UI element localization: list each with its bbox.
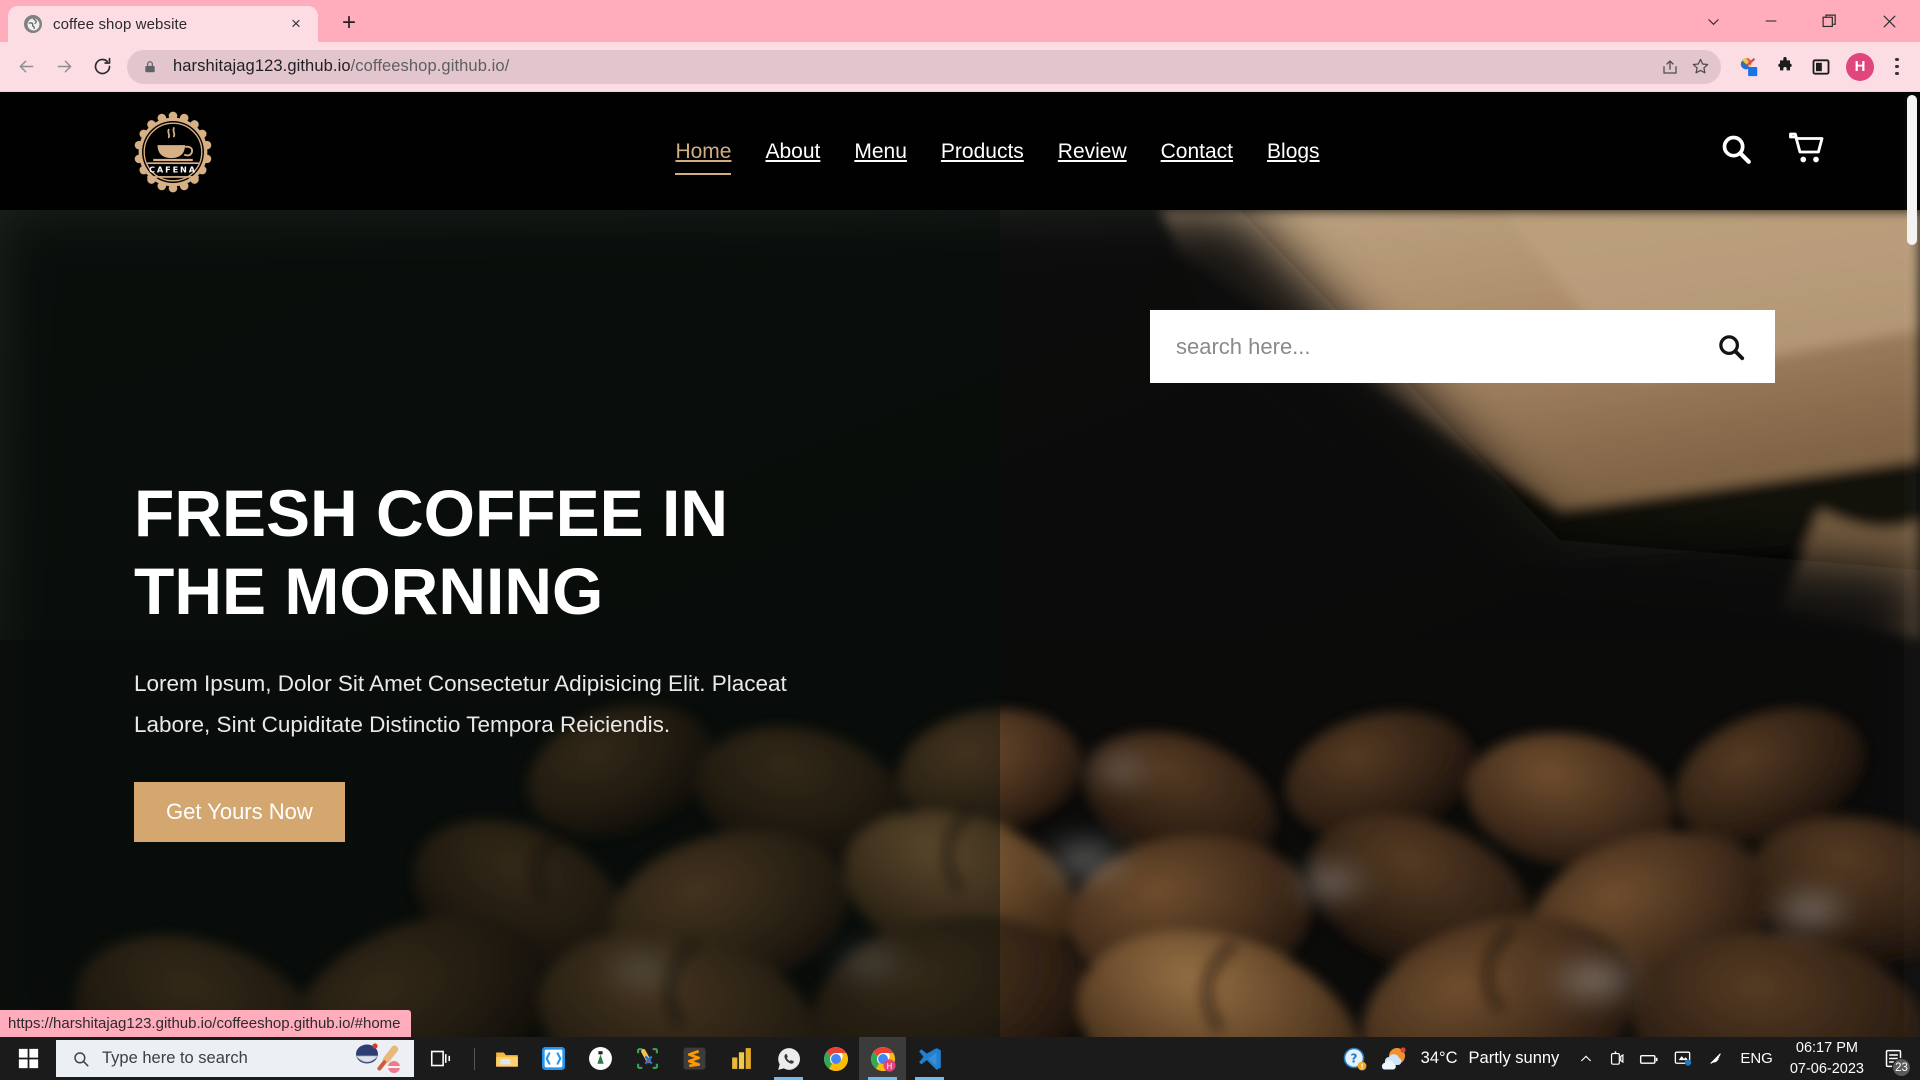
taskbar-app-power-bi[interactable] [718,1037,765,1080]
notification-count-badge: 23 [1892,1058,1911,1077]
nav-item-about[interactable]: About [748,136,837,168]
browser-window: coffee shop website × + harshitajag123.g… [0,0,1920,1080]
tab-strip: coffee shop website × + [0,0,1920,42]
weather-description: Partly sunny [1468,1049,1560,1067]
windows-taskbar: Type here to search H ? 34°C Partly sunn… [0,1037,1920,1080]
taskbar-app-sublime-text[interactable] [671,1037,718,1080]
camera-icon[interactable] [1601,1037,1632,1080]
new-tab-button[interactable]: + [332,6,366,40]
hero-paragraph: Lorem Ipsum, Dolor Sit Amet Consectetur … [134,670,787,738]
nav-item-contact[interactable]: Contact [1144,136,1250,168]
hero-content: FRESH COFFEE IN THE MORNING Lorem Ipsum,… [134,475,934,842]
taskbar-search-placeholder: Type here to search [102,1049,248,1067]
shopping-cart-icon[interactable] [1789,131,1825,172]
battery-icon[interactable] [1632,1037,1666,1080]
taskbar-app-chrome-profile-h[interactable]: H [859,1037,906,1080]
get-yours-now-button[interactable]: Get Yours Now [134,782,345,842]
chevron-down-icon[interactable] [1684,0,1742,42]
taskbar-app-vscode[interactable] [906,1037,953,1080]
back-button[interactable] [8,49,44,85]
star-icon[interactable] [1685,52,1715,82]
help-question-icon[interactable]: ? [1336,1037,1374,1080]
taskbar-app-chrome[interactable] [812,1037,859,1080]
tray-chevron-up-icon[interactable] [1571,1037,1601,1080]
taskbar-app-snipping-tool[interactable] [624,1037,671,1080]
address-bar[interactable]: harshitajag123.github.io/coffeeshop.gith… [127,49,1721,84]
share-icon[interactable] [1655,52,1685,82]
search-icon[interactable] [1719,132,1753,171]
puzzle-piece-icon[interactable] [1768,50,1802,84]
status-bar-link: https://harshitajag123.github.io/coffees… [0,1010,411,1037]
three-dots-icon[interactable] [1882,50,1912,84]
weather-widget[interactable]: 34°C Partly sunny [1374,1037,1572,1080]
svg-text:CAFENA: CAFENA [149,164,197,174]
nav-item-products[interactable]: Products [924,136,1041,168]
clock[interactable]: 06:17 PM 07-06-2023 [1780,1037,1874,1080]
svg-text:?: ? [1350,1051,1357,1065]
partly-sunny-icon [1381,1046,1406,1070]
taskbar-app-whatsapp[interactable] [765,1037,812,1080]
hero-title-line-1: FRESH COFFEE IN [134,476,729,550]
url-path: /coffeeshop.github.io/ [350,57,510,75]
nav-item-home[interactable]: Home [658,136,748,175]
browser-toolbar: harshitajag123.github.io/coffeeshop.gith… [0,42,1920,92]
site-search-form[interactable] [1150,310,1775,383]
language-indicator[interactable]: ENG [1733,1037,1780,1080]
maximize-button[interactable] [1800,0,1858,42]
clock-date: 07-06-2023 [1789,1060,1864,1077]
search-icon[interactable] [1709,325,1753,369]
extension-colorful-icon[interactable] [1732,50,1766,84]
search-icon [74,1051,89,1067]
start-button[interactable] [0,1037,56,1080]
taskbar-search-box[interactable]: Type here to search [56,1040,414,1077]
side-panel-icon[interactable] [1804,50,1838,84]
notification-center-button[interactable]: 23 [1874,1037,1912,1080]
hero-title: FRESH COFFEE IN THE MORNING [134,475,934,631]
close-window-button[interactable] [1858,0,1920,42]
header-icons [1719,131,1825,172]
nav-item-menu[interactable]: Menu [837,136,924,168]
profile-avatar[interactable]: H [1846,52,1874,81]
page-scrollbar[interactable] [1904,93,1920,1037]
tab-title: coffee shop website [53,15,188,33]
taskbar-app-white-circle[interactable] [577,1037,624,1080]
svg-text:H: H [886,1061,892,1070]
weather-temperature: 34°C [1420,1049,1458,1067]
taskbar-app-file-explorer[interactable] [483,1037,530,1080]
site-navigation: Home About Menu Products Review Contact … [276,136,1719,175]
search-input[interactable] [1176,333,1709,360]
taskbar-divider [474,1047,475,1070]
system-tray: ? 34°C Partly sunny ENG 06:17 PM 07-06-2… [1336,1037,1920,1080]
hero-title-line-2: THE MORNING [134,553,604,628]
minimize-button[interactable] [1742,0,1800,42]
tab-close-icon[interactable]: × [284,12,308,36]
lock-icon [143,60,163,74]
task-view-button[interactable] [414,1037,466,1080]
clock-time: 06:17 PM [1795,1039,1858,1056]
scrollbar-thumb[interactable] [1907,95,1917,245]
reload-button[interactable] [84,49,120,85]
wifi-icon[interactable] [1699,1037,1733,1080]
cafena-logo[interactable]: CAFENA [130,109,216,195]
url-domain: harshitajag123.github.io [173,57,351,75]
cricket-icon [348,1042,406,1076]
forward-button[interactable] [46,49,82,85]
nav-item-review[interactable]: Review [1041,136,1144,168]
taskbar-app-list: H [483,1037,953,1080]
display-cast-icon[interactable] [1666,1037,1699,1080]
address-bar-text: harshitajag123.github.io/coffeeshop.gith… [163,57,1655,76]
site-header: CAFENA Home About Menu Products Review C… [0,93,1920,210]
window-controls [1684,0,1920,42]
nav-item-blogs[interactable]: Blogs [1250,136,1337,168]
taskbar-app-brackets[interactable] [530,1037,577,1080]
globe-icon [24,15,42,33]
page-viewport: FRESH COFFEE IN THE MORNING Lorem Ipsum,… [0,93,1920,1037]
browser-tab[interactable]: coffee shop website × [8,6,318,42]
hero-section: FRESH COFFEE IN THE MORNING Lorem Ipsum,… [0,210,1920,1037]
